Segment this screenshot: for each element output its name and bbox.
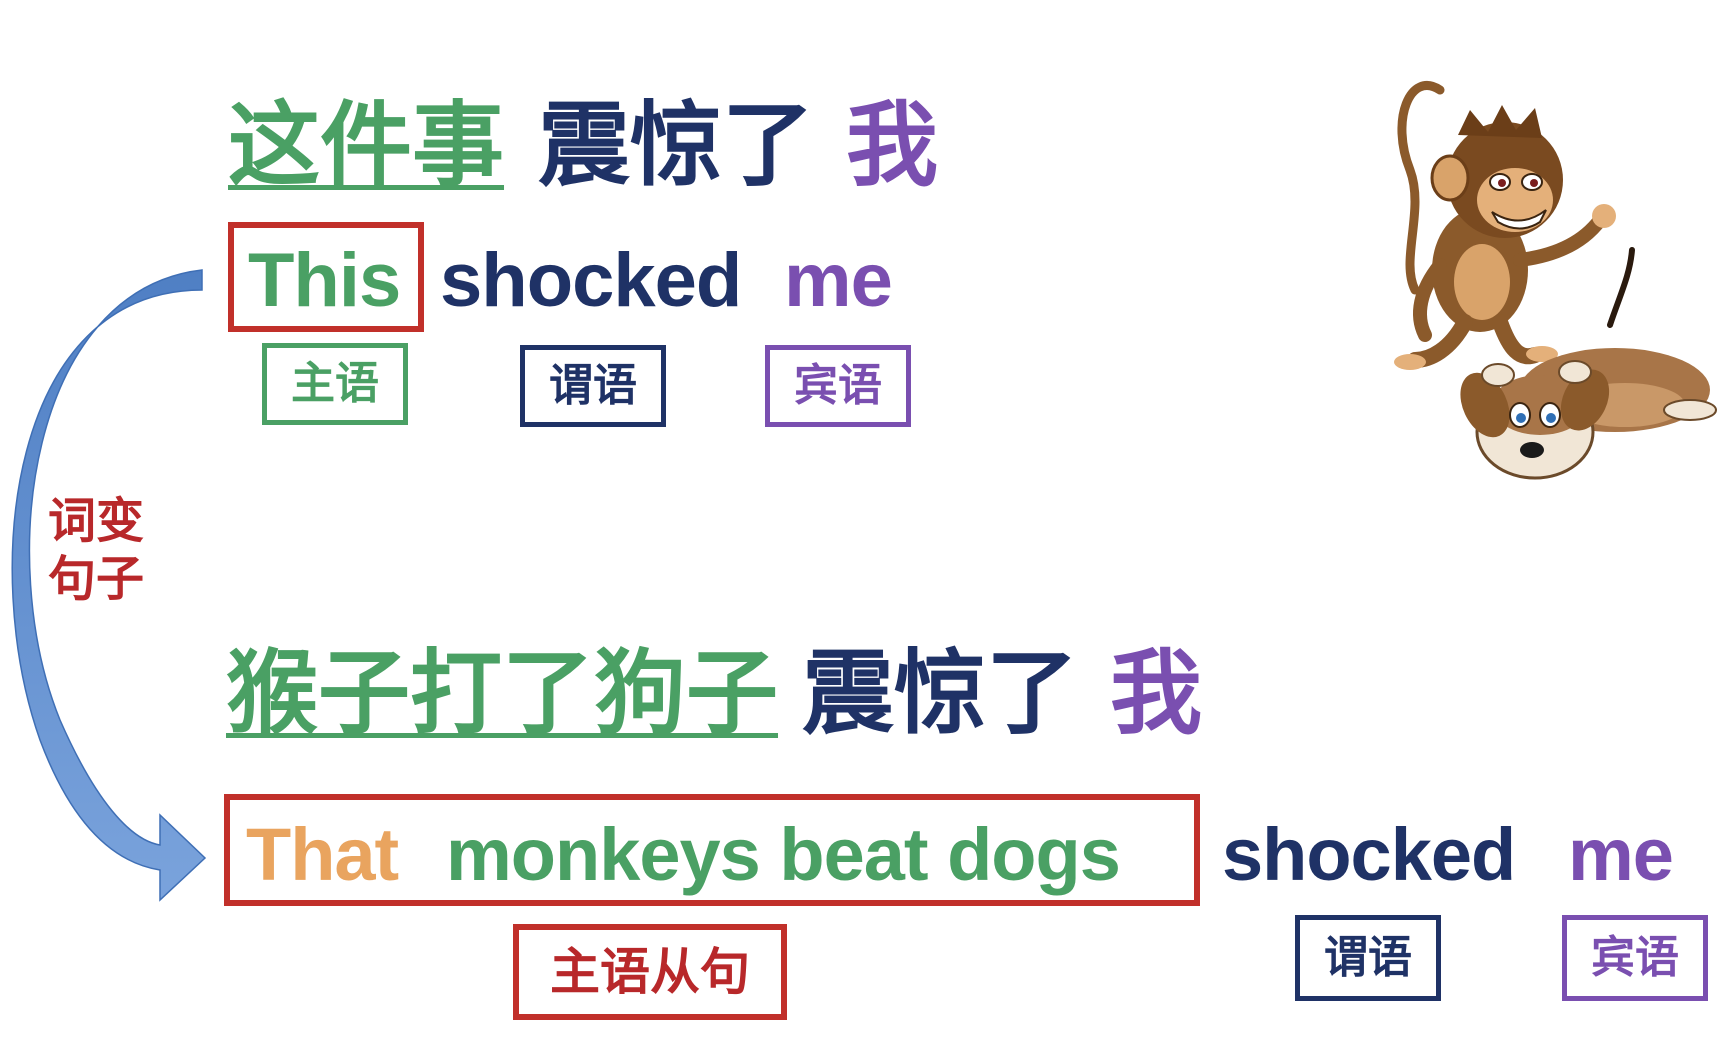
row2-en-verb: shocked xyxy=(1222,813,1516,896)
side-label-line1: 词变 xyxy=(48,493,145,549)
row2-cn-verb: 震惊了 xyxy=(802,640,1079,747)
row2-en-that: That xyxy=(246,813,399,896)
row2-cn-object: 我 xyxy=(1110,640,1203,747)
row1-tag-object: 宾语 xyxy=(765,345,911,427)
row1-cn-verb: 震惊了 xyxy=(538,92,815,199)
row2-tag-verb: 谓语 xyxy=(1295,915,1441,1001)
row2-en-object: me xyxy=(1568,813,1674,896)
row2-en-clause: monkeys beat dogs xyxy=(446,813,1121,896)
side-label-line2: 句子 xyxy=(48,551,145,607)
row1-cn-subject: 这件事 xyxy=(228,92,505,199)
monkey-icon xyxy=(1394,81,1616,370)
row2-cn-subject: 猴子打了狗子 xyxy=(226,640,779,747)
monkey-dog-illustration xyxy=(1394,81,1717,480)
row1-tag-subject: 主语 xyxy=(262,343,408,425)
row2-tag-object: 宾语 xyxy=(1562,915,1708,1001)
row1-en-object: me xyxy=(784,238,893,323)
row1-en-subject: This xyxy=(248,238,401,323)
row2-tag-subject-clause: 主语从句 xyxy=(513,924,787,1020)
row1-cn-object: 我 xyxy=(846,92,939,199)
row1-tag-verb: 谓语 xyxy=(520,345,666,427)
row1-en-verb: shocked xyxy=(440,238,742,323)
side-label: 词变 句子 xyxy=(48,492,144,608)
